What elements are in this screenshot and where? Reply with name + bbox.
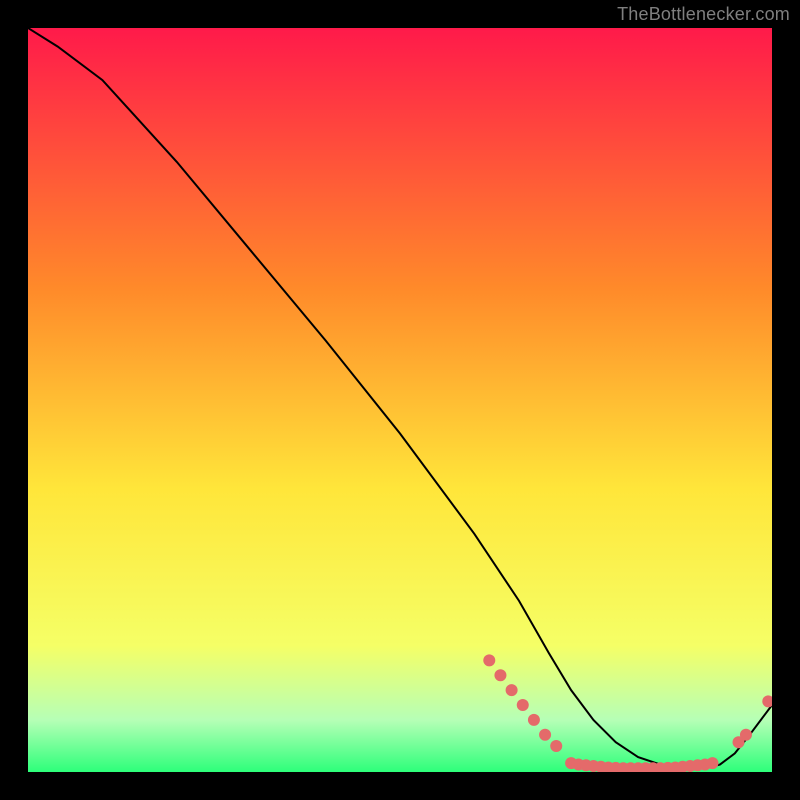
data-point [483, 654, 495, 666]
data-point [517, 699, 529, 711]
data-point [506, 684, 518, 696]
plot-area [28, 28, 772, 772]
data-point [550, 740, 562, 752]
chart-stage: TheBottlenecker.com [0, 0, 800, 800]
plot-svg [28, 28, 772, 772]
data-point [494, 669, 506, 681]
data-point [528, 714, 540, 726]
data-point [706, 757, 718, 769]
watermark-text: TheBottlenecker.com [617, 4, 790, 25]
data-point [539, 729, 551, 741]
gradient-background [28, 28, 772, 772]
data-point [740, 729, 752, 741]
